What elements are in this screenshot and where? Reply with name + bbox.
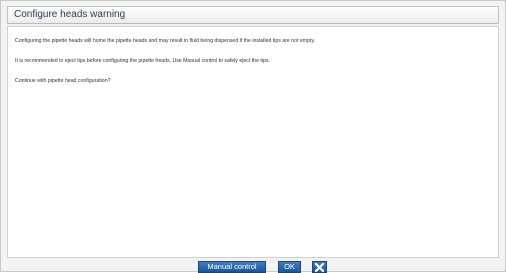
dialog-title: Configure heads warning [14,9,126,20]
dialog-button-bar: Manual control OK [7,259,499,273]
manual-control-button[interactable]: Manual control [198,261,266,273]
cancel-button[interactable] [312,261,327,273]
warning-message-eject-tips: It is recommended to eject tips before c… [15,58,270,64]
dialog-titlebar: Configure heads warning [7,6,499,24]
confirmation-question: Continue with pipette head configuration… [15,78,111,84]
close-icon [315,262,324,272]
configure-heads-warning-dialog: Configure heads warning Configuring the … [0,0,506,273]
dialog-content: Configuring the pipette heads will home … [7,26,499,258]
warning-message-homing: Configuring the pipette heads will home … [15,38,316,44]
ok-button[interactable]: OK [278,261,301,273]
